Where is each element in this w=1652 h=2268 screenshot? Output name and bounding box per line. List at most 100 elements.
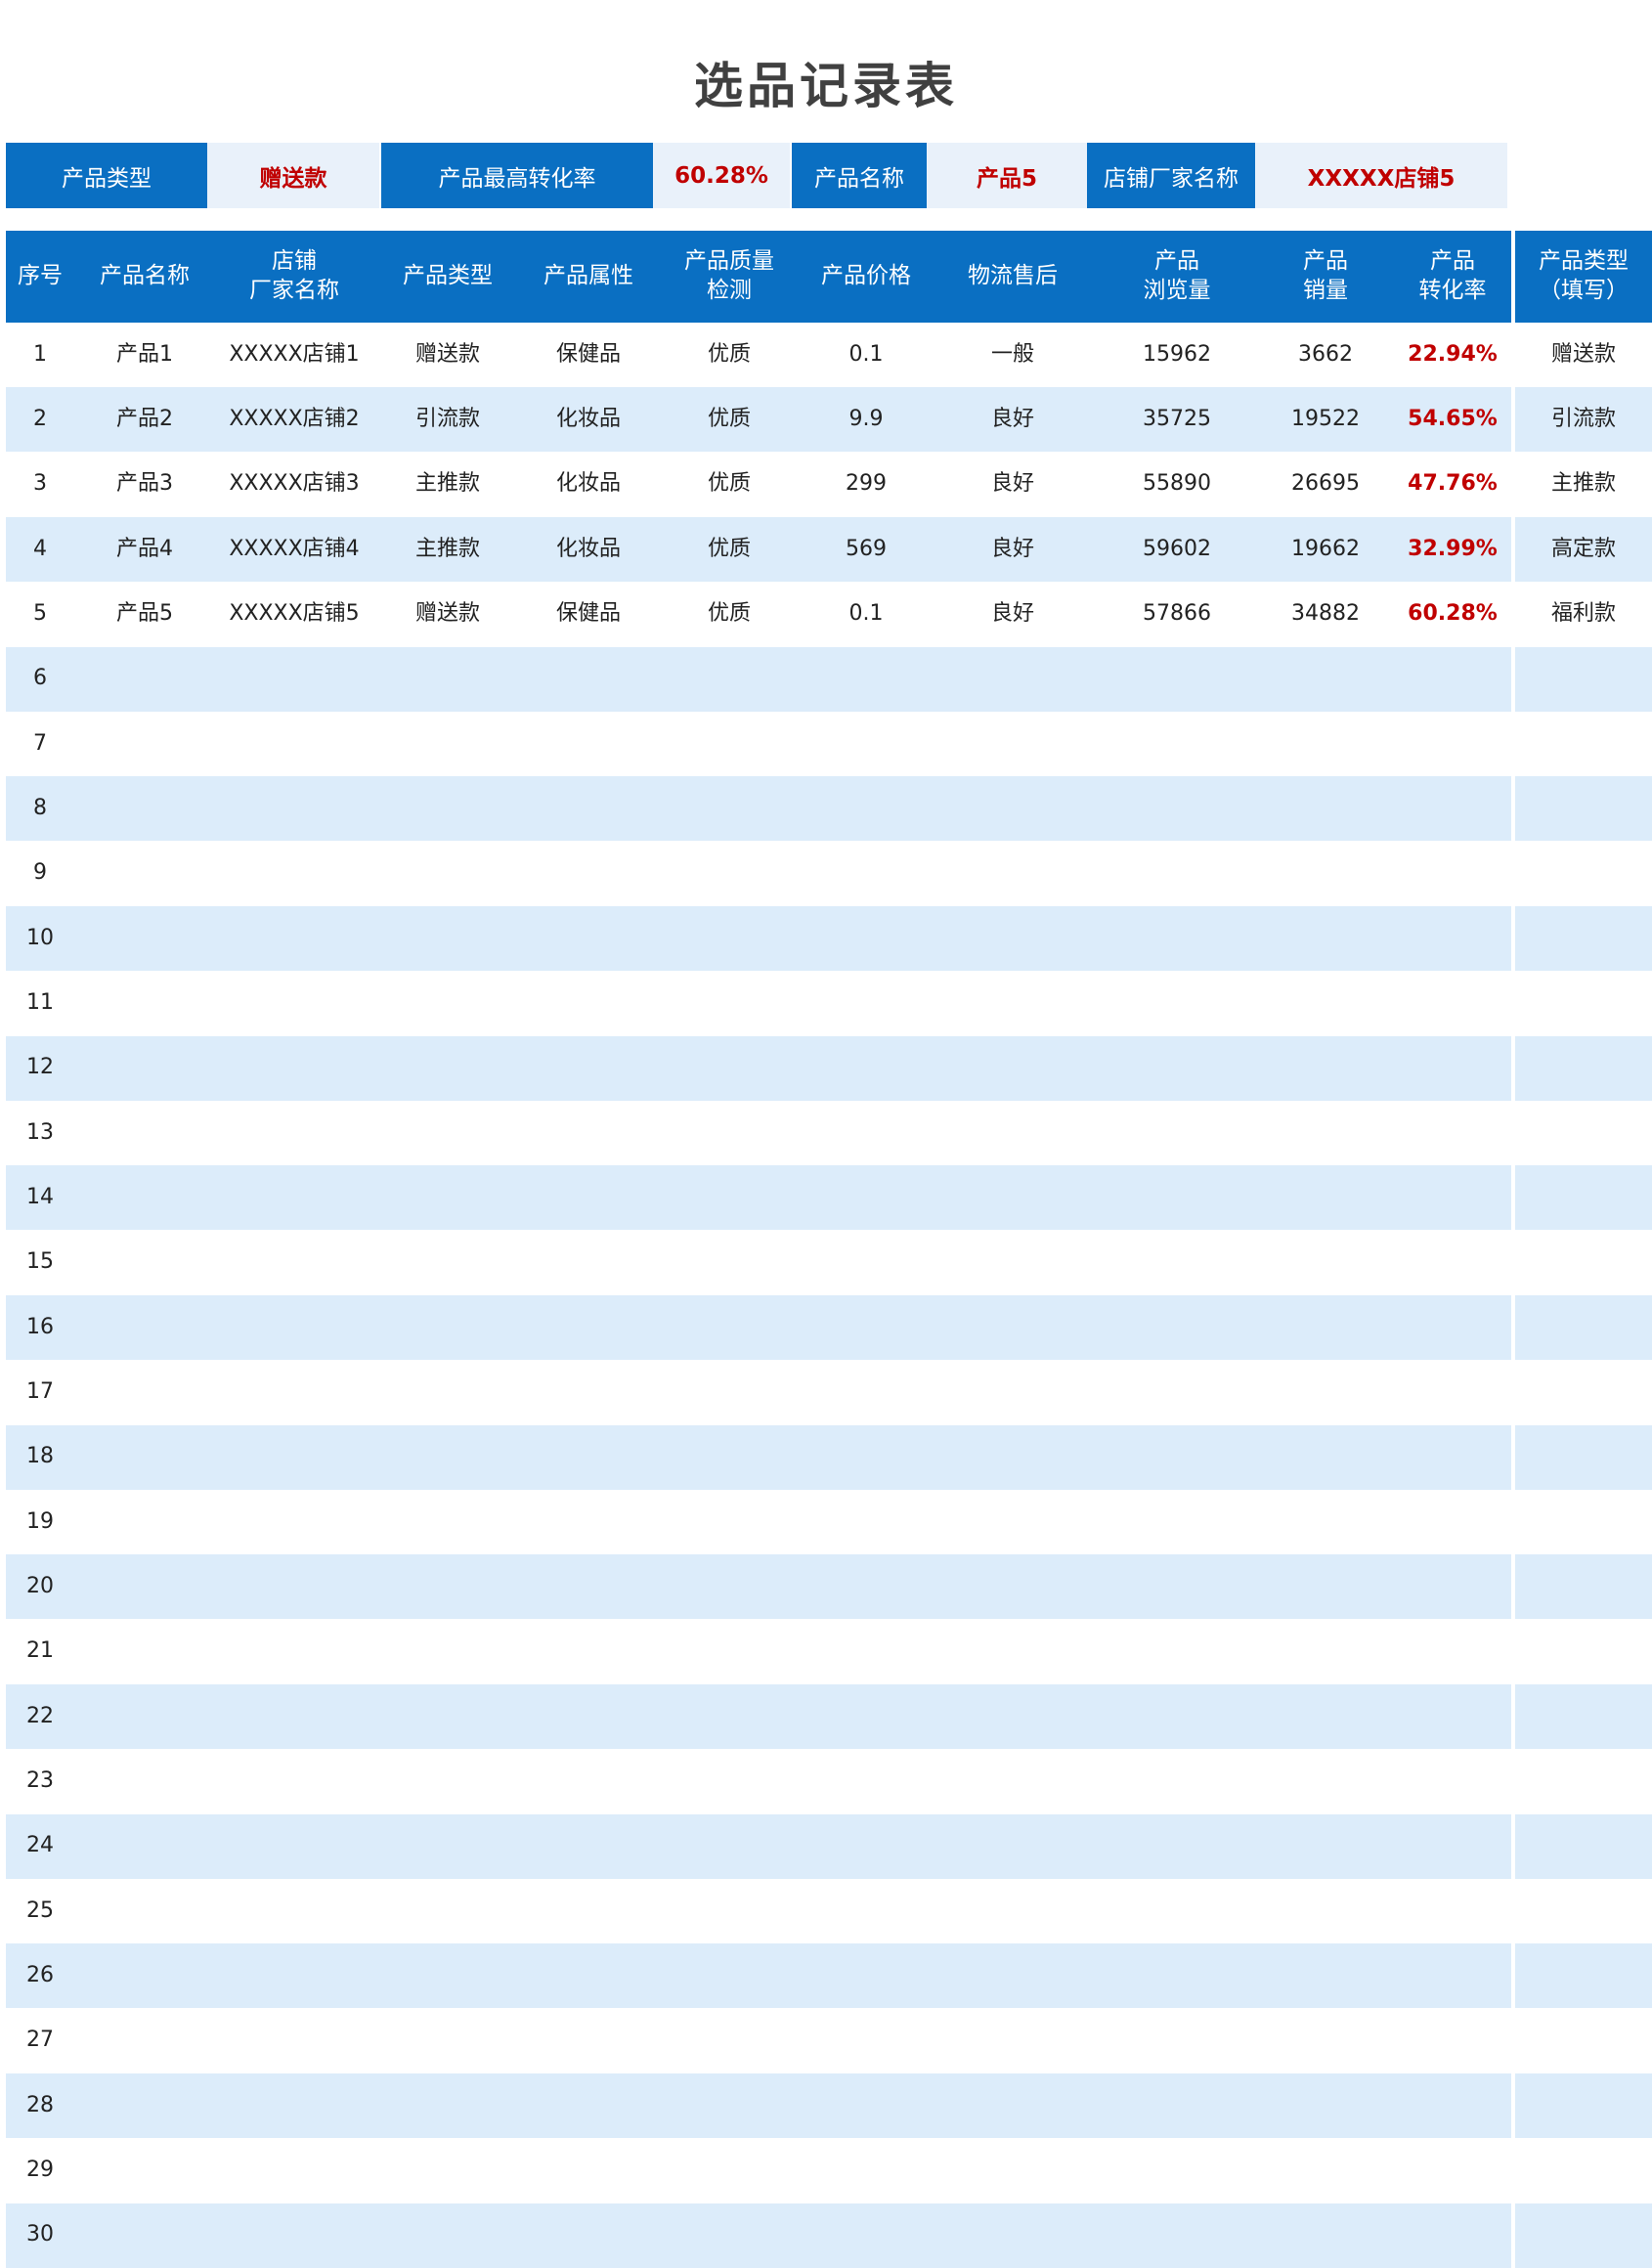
cell-logistics[interactable] bbox=[929, 1683, 1097, 1749]
cell-logistics[interactable] bbox=[929, 2072, 1097, 2138]
cell-store-name[interactable] bbox=[215, 711, 373, 776]
cell-product-name[interactable] bbox=[74, 1943, 215, 2009]
cell-price[interactable] bbox=[804, 841, 929, 906]
cell-sales[interactable] bbox=[1257, 841, 1394, 906]
cell-product-name[interactable] bbox=[74, 1749, 215, 1814]
cell-product-name[interactable] bbox=[74, 1813, 215, 1879]
cell-sales[interactable]: 19662 bbox=[1257, 516, 1394, 582]
cell-conversion-rate[interactable] bbox=[1394, 1230, 1511, 1295]
cell-quality-check[interactable] bbox=[655, 1424, 804, 1490]
cell-store-name[interactable] bbox=[215, 1554, 373, 1620]
cell-quality-check[interactable]: 优质 bbox=[655, 387, 804, 453]
cell-type-fill[interactable] bbox=[1515, 1100, 1652, 1165]
cell-quality-check[interactable] bbox=[655, 2138, 804, 2203]
cell-conversion-rate[interactable] bbox=[1394, 1294, 1511, 1360]
cell-sales[interactable] bbox=[1257, 1943, 1394, 2009]
cell-logistics[interactable] bbox=[929, 776, 1097, 842]
cell-price[interactable] bbox=[804, 2008, 929, 2073]
cell-product-attr[interactable] bbox=[522, 1294, 655, 1360]
cell-quality-check[interactable] bbox=[655, 1878, 804, 1943]
cell-index[interactable]: 23 bbox=[6, 1749, 74, 1814]
cell-type-fill[interactable] bbox=[1515, 1878, 1652, 1943]
cell-price[interactable] bbox=[804, 1489, 929, 1554]
cell-sales[interactable] bbox=[1257, 1165, 1394, 1231]
cell-type-fill[interactable] bbox=[1515, 1943, 1652, 2009]
cell-price[interactable] bbox=[804, 1165, 929, 1231]
cell-price[interactable] bbox=[804, 1813, 929, 1879]
cell-product-attr[interactable] bbox=[522, 1165, 655, 1231]
cell-price[interactable] bbox=[804, 1100, 929, 1165]
cell-logistics[interactable] bbox=[929, 1100, 1097, 1165]
cell-store-name[interactable] bbox=[215, 1943, 373, 2009]
cell-product-attr[interactable]: 保健品 bbox=[522, 323, 655, 387]
cell-price[interactable] bbox=[804, 2072, 929, 2138]
cell-price[interactable] bbox=[804, 711, 929, 776]
cell-product-name[interactable] bbox=[74, 1035, 215, 1101]
cell-type-fill[interactable] bbox=[1515, 1230, 1652, 1295]
cell-product-name[interactable] bbox=[74, 1554, 215, 1620]
cell-views[interactable] bbox=[1097, 1749, 1257, 1814]
cell-price[interactable]: 9.9 bbox=[804, 387, 929, 453]
cell-price[interactable] bbox=[804, 646, 929, 712]
cell-quality-check[interactable]: 优质 bbox=[655, 452, 804, 517]
cell-product-name[interactable] bbox=[74, 1360, 215, 1425]
cell-product-type[interactable] bbox=[373, 1619, 522, 1684]
cell-quality-check[interactable] bbox=[655, 1165, 804, 1231]
cell-index[interactable]: 14 bbox=[6, 1165, 74, 1231]
cell-sales[interactable] bbox=[1257, 905, 1394, 971]
cell-product-type[interactable] bbox=[373, 1360, 522, 1425]
cell-views[interactable] bbox=[1097, 1100, 1257, 1165]
cell-views[interactable] bbox=[1097, 841, 1257, 906]
cell-product-type[interactable] bbox=[373, 905, 522, 971]
cell-index[interactable]: 5 bbox=[6, 582, 74, 647]
cell-sales[interactable]: 34882 bbox=[1257, 582, 1394, 647]
cell-conversion-rate[interactable] bbox=[1394, 1554, 1511, 1620]
cell-product-attr[interactable] bbox=[522, 2203, 655, 2268]
cell-product-type[interactable]: 赠送款 bbox=[373, 582, 522, 647]
cell-store-name[interactable] bbox=[215, 1100, 373, 1165]
cell-index[interactable]: 27 bbox=[6, 2008, 74, 2073]
cell-product-name[interactable] bbox=[74, 776, 215, 842]
cell-index[interactable]: 20 bbox=[6, 1554, 74, 1620]
cell-sales[interactable] bbox=[1257, 1878, 1394, 1943]
cell-product-type[interactable] bbox=[373, 2203, 522, 2268]
cell-index[interactable]: 15 bbox=[6, 1230, 74, 1295]
cell-store-name[interactable] bbox=[215, 905, 373, 971]
cell-price[interactable] bbox=[804, 1943, 929, 2009]
cell-product-attr[interactable] bbox=[522, 1749, 655, 1814]
cell-views[interactable] bbox=[1097, 1489, 1257, 1554]
cell-product-name[interactable]: 产品1 bbox=[74, 323, 215, 387]
cell-quality-check[interactable] bbox=[655, 1360, 804, 1425]
cell-conversion-rate[interactable] bbox=[1394, 2203, 1511, 2268]
cell-index[interactable]: 18 bbox=[6, 1424, 74, 1490]
cell-product-type[interactable] bbox=[373, 776, 522, 842]
cell-quality-check[interactable]: 优质 bbox=[655, 516, 804, 582]
cell-product-type[interactable] bbox=[373, 1424, 522, 1490]
cell-sales[interactable] bbox=[1257, 776, 1394, 842]
cell-index[interactable]: 13 bbox=[6, 1100, 74, 1165]
cell-type-fill[interactable]: 主推款 bbox=[1515, 452, 1652, 517]
cell-price[interactable] bbox=[804, 1035, 929, 1101]
cell-type-fill[interactable] bbox=[1515, 2072, 1652, 2138]
cell-views[interactable] bbox=[1097, 1165, 1257, 1231]
cell-quality-check[interactable] bbox=[655, 1035, 804, 1101]
cell-index[interactable]: 2 bbox=[6, 387, 74, 453]
cell-price[interactable] bbox=[804, 1360, 929, 1425]
cell-type-fill[interactable] bbox=[1515, 1619, 1652, 1684]
cell-type-fill[interactable] bbox=[1515, 1424, 1652, 1490]
cell-sales[interactable]: 3662 bbox=[1257, 323, 1394, 387]
cell-sales[interactable] bbox=[1257, 1424, 1394, 1490]
cell-product-attr[interactable] bbox=[522, 1035, 655, 1101]
cell-price[interactable] bbox=[804, 1230, 929, 1295]
cell-product-name[interactable] bbox=[74, 1230, 215, 1295]
cell-index[interactable]: 25 bbox=[6, 1878, 74, 1943]
cell-store-name[interactable]: XXXXX店铺1 bbox=[215, 323, 373, 387]
cell-product-attr[interactable] bbox=[522, 711, 655, 776]
cell-logistics[interactable] bbox=[929, 1230, 1097, 1295]
cell-product-name[interactable] bbox=[74, 905, 215, 971]
cell-store-name[interactable] bbox=[215, 1360, 373, 1425]
cell-sales[interactable] bbox=[1257, 1100, 1394, 1165]
cell-product-type[interactable] bbox=[373, 1554, 522, 1620]
cell-views[interactable] bbox=[1097, 1360, 1257, 1425]
cell-price[interactable]: 0.1 bbox=[804, 323, 929, 387]
